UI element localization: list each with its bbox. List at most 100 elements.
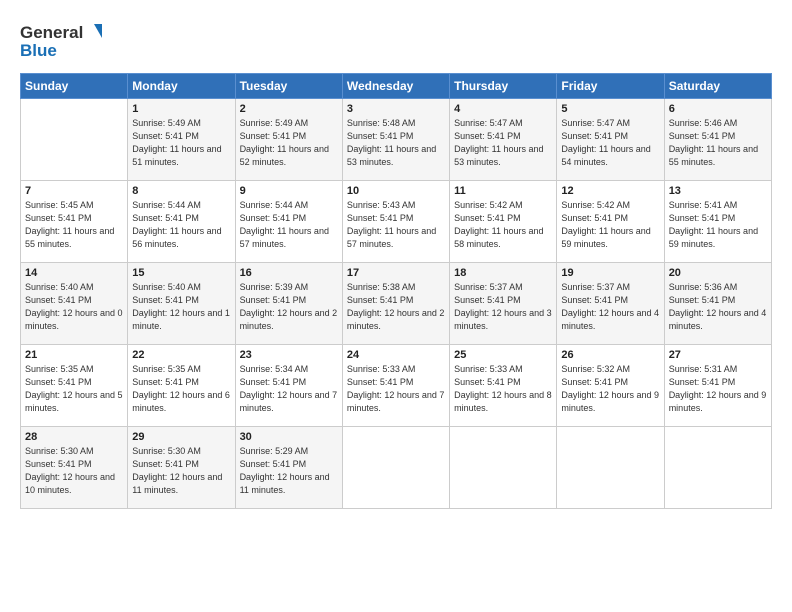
calendar-cell: 2 Sunrise: 5:49 AMSunset: 5:41 PMDaylight… <box>235 99 342 181</box>
header-day-sunday: Sunday <box>21 74 128 99</box>
day-info: Sunrise: 5:35 AMSunset: 5:41 PMDaylight:… <box>25 363 123 415</box>
day-info: Sunrise: 5:29 AMSunset: 5:41 PMDaylight:… <box>240 445 338 497</box>
day-info: Sunrise: 5:44 AMSunset: 5:41 PMDaylight:… <box>240 199 338 251</box>
calendar-cell: 14 Sunrise: 5:40 AMSunset: 5:41 PMDayligh… <box>21 263 128 345</box>
day-number: 6 <box>669 103 767 115</box>
day-number: 7 <box>25 185 123 197</box>
day-number: 19 <box>561 267 659 279</box>
week-row-1: 7 Sunrise: 5:45 AMSunset: 5:41 PMDaylight… <box>21 181 772 263</box>
calendar-cell: 8Sunrise: 5:44 AMSunset: 5:41 PMDaylight… <box>128 181 235 263</box>
calendar-cell: 7 Sunrise: 5:45 AMSunset: 5:41 PMDaylight… <box>21 181 128 263</box>
calendar-cell: 4 Sunrise: 5:47 AMSunset: 5:41 PMDaylight… <box>450 99 557 181</box>
day-number: 1 <box>132 103 230 115</box>
calendar-cell: 29 Sunrise: 5:30 AMSunset: 5:41 PMDayligh… <box>128 427 235 509</box>
day-info: Sunrise: 5:48 AMSunset: 5:41 PMDaylight:… <box>347 117 445 169</box>
day-info: Sunrise: 5:49 AMSunset: 5:41 PMDaylight:… <box>240 117 338 169</box>
week-row-0: 1 Sunrise: 5:49 AMSunset: 5:41 PMDaylight… <box>21 99 772 181</box>
week-row-4: 28 Sunrise: 5:30 AMSunset: 5:41 PMDayligh… <box>21 427 772 509</box>
calendar-cell: 3 Sunrise: 5:48 AMSunset: 5:41 PMDaylight… <box>342 99 449 181</box>
day-info: Sunrise: 5:40 AMSunset: 5:41 PMDaylight:… <box>132 281 230 333</box>
calendar-cell: 20 Sunrise: 5:36 AMSunset: 5:41 PMDayligh… <box>664 263 771 345</box>
calendar-table: SundayMondayTuesdayWednesdayThursdayFrid… <box>20 73 772 509</box>
calendar-cell: 16Sunrise: 5:39 AMSunset: 5:41 PMDayligh… <box>235 263 342 345</box>
calendar-cell: 28 Sunrise: 5:30 AMSunset: 5:41 PMDayligh… <box>21 427 128 509</box>
day-info: Sunrise: 5:44 AMSunset: 5:41 PMDaylight:… <box>132 199 230 251</box>
calendar-cell: 15 Sunrise: 5:40 AMSunset: 5:41 PMDayligh… <box>128 263 235 345</box>
calendar-cell: 27 Sunrise: 5:31 AMSunset: 5:41 PMDayligh… <box>664 345 771 427</box>
day-info: Sunrise: 5:40 AMSunset: 5:41 PMDaylight:… <box>25 281 123 333</box>
day-number: 14 <box>25 267 123 279</box>
calendar-cell: 12 Sunrise: 5:42 AMSunset: 5:41 PMDayligh… <box>557 181 664 263</box>
calendar-cell: 9 Sunrise: 5:44 AMSunset: 5:41 PMDaylight… <box>235 181 342 263</box>
day-number: 17 <box>347 267 445 279</box>
day-number: 28 <box>25 431 123 443</box>
day-number: 12 <box>561 185 659 197</box>
day-number: 10 <box>347 185 445 197</box>
calendar-cell: 21 Sunrise: 5:35 AMSunset: 5:41 PMDayligh… <box>21 345 128 427</box>
day-number: 29 <box>132 431 230 443</box>
svg-text:Blue: Blue <box>20 41 57 60</box>
header-day-thursday: Thursday <box>450 74 557 99</box>
day-info: Sunrise: 5:49 AMSunset: 5:41 PMDaylight:… <box>132 117 230 169</box>
header-day-friday: Friday <box>557 74 664 99</box>
calendar-cell: 6 Sunrise: 5:46 AMSunset: 5:41 PMDaylight… <box>664 99 771 181</box>
calendar-cell: 18Sunrise: 5:37 AMSunset: 5:41 PMDayligh… <box>450 263 557 345</box>
svg-text:General: General <box>20 23 83 42</box>
week-row-2: 14 Sunrise: 5:40 AMSunset: 5:41 PMDayligh… <box>21 263 772 345</box>
header: General Blue <box>20 18 772 63</box>
day-number: 15 <box>132 267 230 279</box>
day-info: Sunrise: 5:38 AMSunset: 5:41 PMDaylight:… <box>347 281 445 333</box>
calendar-cell: 13 Sunrise: 5:41 AMSunset: 5:41 PMDayligh… <box>664 181 771 263</box>
day-info: Sunrise: 5:41 AMSunset: 5:41 PMDaylight:… <box>669 199 767 251</box>
day-info: Sunrise: 5:45 AMSunset: 5:41 PMDaylight:… <box>25 199 123 251</box>
day-info: Sunrise: 5:47 AMSunset: 5:41 PMDaylight:… <box>454 117 552 169</box>
day-info: Sunrise: 5:32 AMSunset: 5:41 PMDaylight:… <box>561 363 659 415</box>
day-info: Sunrise: 5:30 AMSunset: 5:41 PMDaylight:… <box>132 445 230 497</box>
calendar-cell: 11Sunrise: 5:42 AMSunset: 5:41 PMDayligh… <box>450 181 557 263</box>
day-number: 21 <box>25 349 123 361</box>
day-info: Sunrise: 5:34 AMSunset: 5:41 PMDaylight:… <box>240 363 338 415</box>
calendar-cell: 17 Sunrise: 5:38 AMSunset: 5:41 PMDayligh… <box>342 263 449 345</box>
day-number: 13 <box>669 185 767 197</box>
day-info: Sunrise: 5:36 AMSunset: 5:41 PMDaylight:… <box>669 281 767 333</box>
header-day-saturday: Saturday <box>664 74 771 99</box>
day-number: 20 <box>669 267 767 279</box>
day-info: Sunrise: 5:30 AMSunset: 5:41 PMDaylight:… <box>25 445 123 497</box>
day-info: Sunrise: 5:42 AMSunset: 5:41 PMDaylight:… <box>561 199 659 251</box>
calendar-cell: 22Sunrise: 5:35 AMSunset: 5:41 PMDayligh… <box>128 345 235 427</box>
day-number: 3 <box>347 103 445 115</box>
calendar-cell: 10 Sunrise: 5:43 AMSunset: 5:41 PMDayligh… <box>342 181 449 263</box>
calendar-cell: 25Sunrise: 5:33 AMSunset: 5:41 PMDayligh… <box>450 345 557 427</box>
day-info: Sunrise: 5:42 AMSunset: 5:41 PMDaylight:… <box>454 199 552 251</box>
logo-svg: General Blue <box>20 18 110 63</box>
day-info: Sunrise: 5:33 AMSunset: 5:41 PMDaylight:… <box>454 363 552 415</box>
calendar-cell <box>664 427 771 509</box>
day-number: 23 <box>240 349 338 361</box>
page: General Blue SundayMondayTuesdayWednesda… <box>0 0 792 612</box>
calendar-cell <box>342 427 449 509</box>
day-number: 16 <box>240 267 338 279</box>
calendar-cell: 24Sunrise: 5:33 AMSunset: 5:41 PMDayligh… <box>342 345 449 427</box>
day-info: Sunrise: 5:31 AMSunset: 5:41 PMDaylight:… <box>669 363 767 415</box>
week-row-3: 21 Sunrise: 5:35 AMSunset: 5:41 PMDayligh… <box>21 345 772 427</box>
calendar-cell <box>557 427 664 509</box>
calendar-header-row: SundayMondayTuesdayWednesdayThursdayFrid… <box>21 74 772 99</box>
calendar-cell: 26Sunrise: 5:32 AMSunset: 5:41 PMDayligh… <box>557 345 664 427</box>
day-number: 24 <box>347 349 445 361</box>
calendar-cell <box>21 99 128 181</box>
day-info: Sunrise: 5:35 AMSunset: 5:41 PMDaylight:… <box>132 363 230 415</box>
day-info: Sunrise: 5:46 AMSunset: 5:41 PMDaylight:… <box>669 117 767 169</box>
day-number: 27 <box>669 349 767 361</box>
day-number: 5 <box>561 103 659 115</box>
day-number: 18 <box>454 267 552 279</box>
day-number: 30 <box>240 431 338 443</box>
header-day-tuesday: Tuesday <box>235 74 342 99</box>
day-number: 4 <box>454 103 552 115</box>
calendar-cell: 5 Sunrise: 5:47 AMSunset: 5:41 PMDaylight… <box>557 99 664 181</box>
day-info: Sunrise: 5:43 AMSunset: 5:41 PMDaylight:… <box>347 199 445 251</box>
day-info: Sunrise: 5:37 AMSunset: 5:41 PMDaylight:… <box>561 281 659 333</box>
day-info: Sunrise: 5:47 AMSunset: 5:41 PMDaylight:… <box>561 117 659 169</box>
calendar-cell <box>450 427 557 509</box>
day-number: 2 <box>240 103 338 115</box>
day-number: 9 <box>240 185 338 197</box>
